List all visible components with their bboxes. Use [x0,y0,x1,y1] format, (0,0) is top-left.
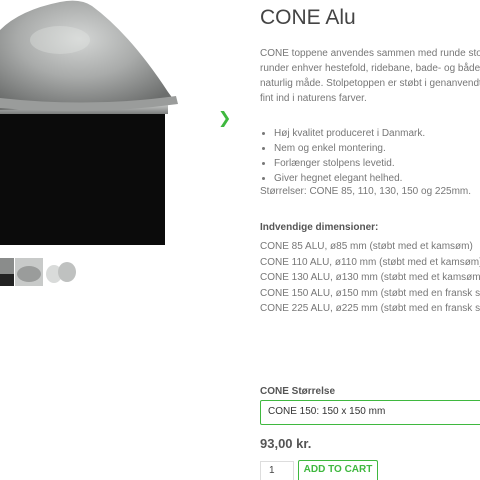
dimension-item: CONE 150 ALU, ø150 mm (støbt med en fran… [260,287,480,299]
description-line: fint ind i naturens farver. [260,93,367,104]
description-line: CONE toppene anvendes sammen med runde s… [260,48,480,59]
cone-cap-post-illustration [0,0,178,245]
feature-item: Høj kvalitet produceret i Danmark. [274,126,425,141]
thumbnail-1[interactable] [0,258,14,286]
quantity-input[interactable]: 1 [260,461,294,480]
feature-item: Nem og enkel montering. [274,141,425,156]
add-to-cart-button[interactable]: ADD TO CART [298,460,378,480]
feature-item: Giver hegnet elegant helhed. [274,171,425,186]
sizes-text: Størrelser: CONE 85, 110, 130, 150 og 22… [260,186,472,197]
price: 93,00 kr. [260,436,312,451]
feature-list: Høj kvalitet produceret i Danmark. Nem o… [260,126,425,186]
product-description: CONE toppene anvendes sammen med runde s… [260,46,480,106]
size-select[interactable]: CONE 150: 150 x 150 mm [260,400,480,425]
feature-item: Forlænger stolpens levetid. [274,156,425,171]
dimension-item: CONE 110 ALU, ø110 mm (støbt med et kams… [260,256,480,268]
size-select-label: CONE Størrelse [260,386,336,397]
dimensions-list: CONE 85 ALU, ø85 mm (støbt med et kamsøm… [260,239,480,317]
thumbnail-2[interactable] [15,258,43,286]
dimension-item: CONE 130 ALU, ø130 mm (støbt med et kams… [260,272,480,283]
chevron-right-icon[interactable]: ❯ [218,110,232,128]
product-main-image[interactable] [0,0,180,245]
page-title: CONE Alu [260,6,356,29]
description-line: naturlig måde. Stolpetoppen er støbt i g… [260,78,480,89]
dimensions-heading: Indvendige dimensioner: [260,222,379,233]
thumbnail-strip [0,258,80,286]
thumbnail-3[interactable] [45,258,77,286]
dimension-item: CONE 85 ALU, ø85 mm (støbt med et kamsøm… [260,241,473,252]
description-line: runder enhver hestefold, ridebane, bade-… [260,63,480,74]
dimension-item: CONE 225 ALU, ø225 mm (støbt med en fran… [260,303,480,314]
